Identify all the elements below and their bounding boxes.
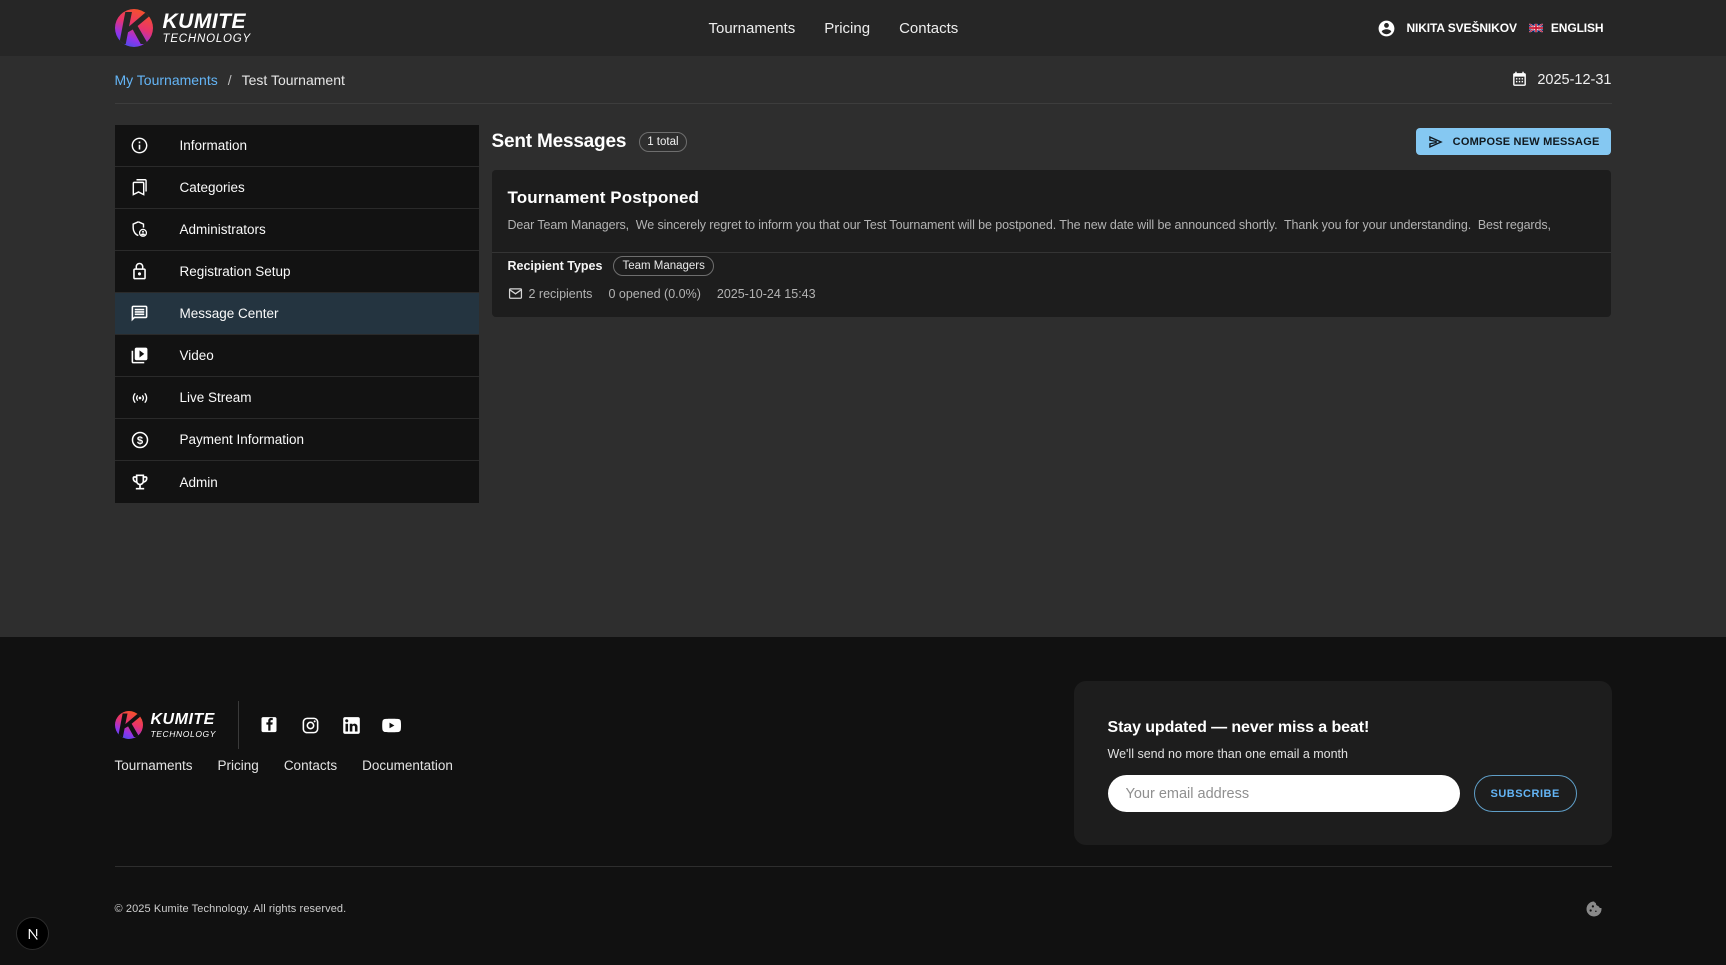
svg-text:$: $ bbox=[136, 435, 143, 447]
svg-text:K: K bbox=[118, 9, 153, 47]
svg-text:K: K bbox=[117, 711, 142, 739]
